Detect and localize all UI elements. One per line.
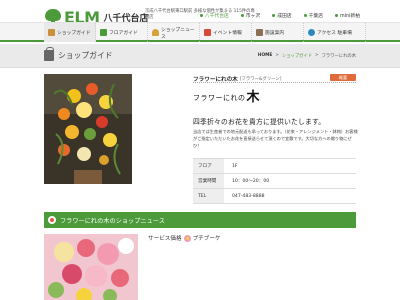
top-link-narita[interactable]: 成田店 (272, 12, 292, 19)
breadcrumb-shop-guide[interactable]: ショップガイド (282, 53, 312, 59)
access-icon (308, 29, 315, 36)
shop-description: 当店では生産者での地元配送も承っております。（花束・アレンジメント・鉢物）お客様… (193, 129, 358, 148)
breadcrumb-home[interactable]: HOME (258, 53, 272, 59)
shop-photo (44, 74, 132, 184)
main-nav: ショップガイド フロアガイド ショップニュース イベント情報 施設案内 アクセス… (0, 22, 400, 42)
table-row: フロア 1F (193, 158, 356, 174)
top-link-ichigasawa[interactable]: 市ヶ沢 (240, 12, 260, 19)
nav-shop-guide[interactable]: ショップガイド (44, 23, 96, 42)
breadcrumb: HOME > ショップガイド > フラワーにれの木 (257, 53, 356, 59)
overview-badge[interactable]: 概要 (330, 74, 356, 81)
news-icon (152, 29, 159, 36)
nav-events[interactable]: イベント情報 (200, 23, 252, 42)
top-link-yachiyodai[interactable]: 八千代台店 (199, 12, 229, 19)
tel-label: TEL (193, 188, 224, 204)
shop-logo-text: フラワーにれの (193, 93, 246, 102)
shopping-bag-icon (44, 47, 54, 61)
shop-catchphrase: 四季折々のお花を貴方に提供いたします。 (193, 118, 326, 126)
hours-value: 10：00～20：00 (224, 173, 356, 189)
top-store-links: 八千代台店 市ヶ沢 成田店 千葉店 mini新柏 (199, 12, 360, 19)
tel-value[interactable]: 047-483-8888 (224, 188, 356, 204)
nav-facility[interactable]: 施設案内 (252, 23, 304, 42)
flower-icon (48, 216, 56, 224)
top-link-mini-shinkashiwa[interactable]: mini新柏 (335, 12, 360, 19)
bouquet-image (44, 234, 138, 300)
floor-label: フロア (193, 158, 224, 174)
shop-news-title: フラワーにれの木のショップニュース (60, 217, 165, 225)
nav-access[interactable]: アクセス 駐車場 (304, 23, 366, 42)
shop-logo-mark: 木 (246, 90, 260, 105)
news-item[interactable]: サービス価格 プチブーケ (148, 234, 221, 242)
shop-news-header: フラワーにれの木のショップニュース (44, 212, 356, 228)
bullet-icon (199, 14, 203, 17)
bullet-icon (272, 14, 276, 17)
nav-floor-guide[interactable]: フロアガイド (96, 23, 148, 42)
table-row: TEL 047-483-8888 (193, 188, 356, 204)
top-link-chiba[interactable]: 千葉店 (303, 12, 323, 19)
bullet-icon (303, 14, 307, 17)
site-icon (256, 29, 263, 36)
breadcrumb-current: フラワーにれの木 (321, 54, 356, 59)
shop-info-table: フロア 1F 営業時間 10：00～20：00 TEL 047-483-8888 (193, 158, 356, 204)
page-title: ショップガイド (58, 51, 113, 60)
floor-icon (100, 29, 107, 36)
bullet-icon (335, 14, 339, 17)
hours-label: 営業時間 (193, 173, 224, 189)
nav-shop-news[interactable]: ショップニュース (148, 23, 200, 42)
shop-logo: フラワーにれの 木 (193, 91, 260, 104)
flower-icon (183, 234, 191, 242)
bullet-icon (240, 14, 244, 17)
news-photo[interactable] (44, 234, 138, 300)
news-item-text-after: プチブーケ (192, 236, 221, 242)
flower-arrangement-image (44, 74, 132, 184)
shop-icon (48, 29, 55, 36)
table-row: 営業時間 10：00～20：00 (193, 173, 356, 189)
event-icon (204, 29, 211, 36)
floor-value: 1F (224, 158, 356, 174)
divider (193, 82, 356, 83)
news-item-text-before: サービス価格 (148, 236, 182, 242)
